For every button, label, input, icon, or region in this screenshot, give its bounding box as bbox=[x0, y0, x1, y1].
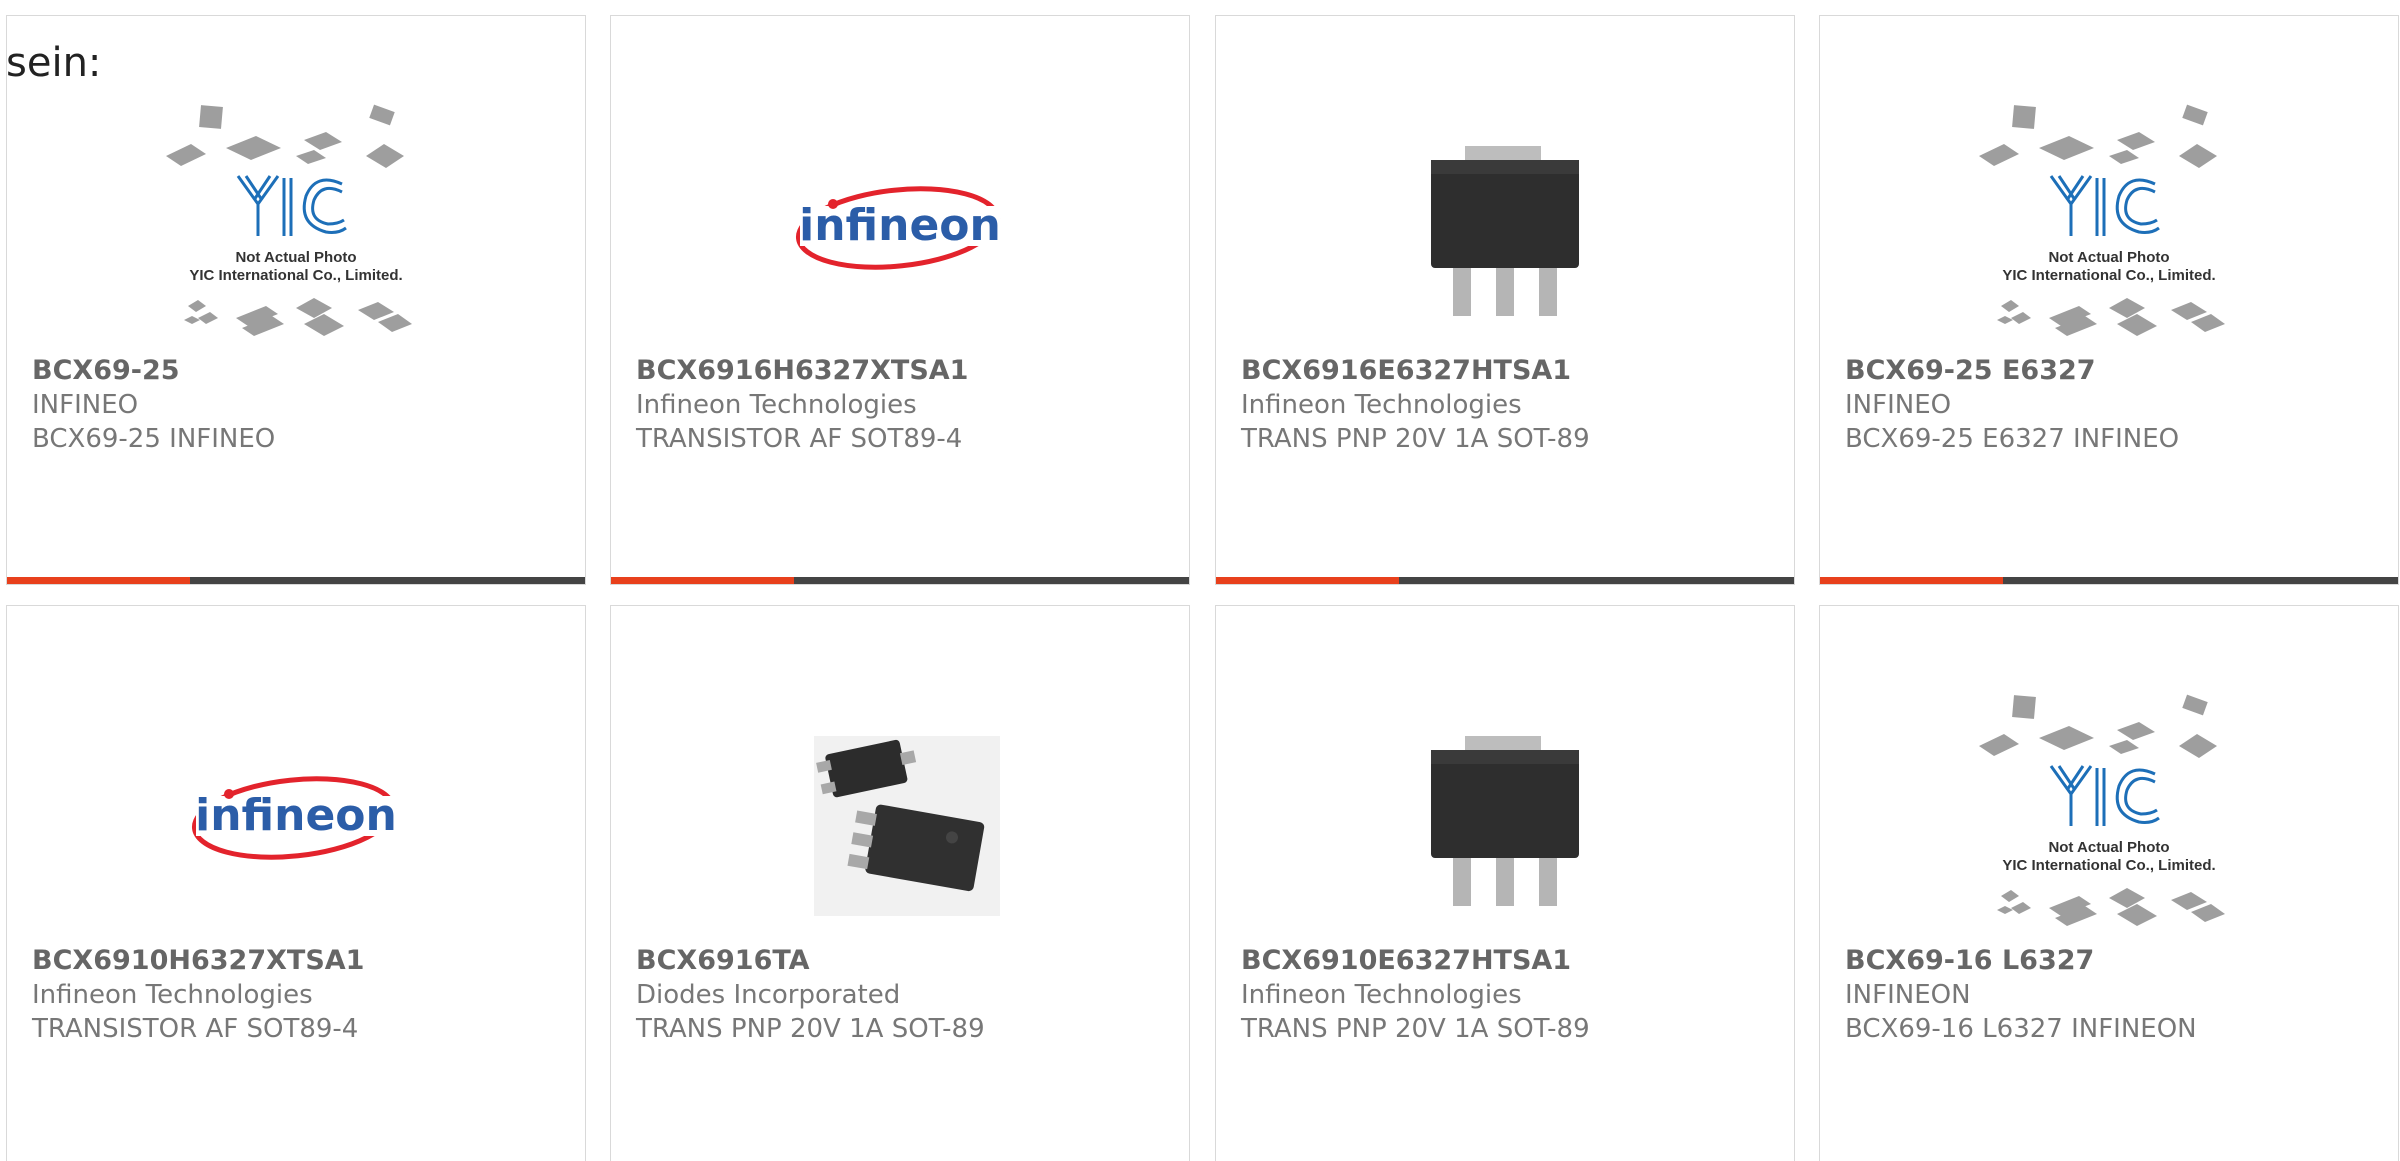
product-card[interactable]: BCX6916TA Diodes Incorporated TRANS PNP … bbox=[610, 605, 1190, 1161]
description: TRANS PNP 20V 1A SOT-89 bbox=[1241, 424, 1590, 454]
part-number[interactable]: BCX6910H6327XTSA1 bbox=[32, 944, 565, 978]
card-progress-bar bbox=[1820, 577, 2398, 584]
sot89-package-image bbox=[1216, 676, 1794, 956]
card-progress-bar bbox=[7, 577, 585, 584]
description: BCX69-25 INFINEO bbox=[32, 424, 276, 454]
product-card[interactable]: infineon BCX6910H6327XTSA1 Infineon Tech… bbox=[6, 605, 586, 1161]
description: TRANSISTOR AF SOT89-4 bbox=[32, 1014, 359, 1044]
card-progress-accent bbox=[611, 577, 794, 584]
manufacturer: INFINEO bbox=[32, 390, 139, 420]
description: TRANS PNP 20V 1A SOT-89 bbox=[1241, 1014, 1590, 1044]
yic-placeholder-image: Not Actual Photo YIC International Co., … bbox=[7, 86, 585, 366]
infineon-logo-image: infineon bbox=[611, 86, 1189, 366]
yic-placeholder-image: Not Actual Photo YIC International Co., … bbox=[1820, 86, 2398, 366]
part-number[interactable]: BCX69-25 E6327 bbox=[1845, 354, 2378, 388]
yic-placeholder-image: Not Actual Photo YIC International Co., … bbox=[1820, 676, 2398, 956]
manufacturer: Infineon Technologies bbox=[636, 390, 917, 420]
manufacturer: Infineon Technologies bbox=[1241, 390, 1522, 420]
placeholder-line1: Not Actual Photo bbox=[2048, 249, 2169, 266]
svg-text:infineon: infineon bbox=[799, 200, 1001, 251]
sot89-package-image bbox=[1216, 86, 1794, 366]
part-number[interactable]: BCX69-25 bbox=[32, 354, 565, 388]
product-card[interactable]: infineon BCX6916H6327XTSA1 Infineon Tech… bbox=[610, 15, 1190, 585]
placeholder-line2: YIC International Co., Limited. bbox=[2002, 267, 2215, 284]
product-grid-page: sein: Not Actual Photo YIC International… bbox=[0, 0, 2400, 1161]
description: BCX69-16 L6327 INFINEON bbox=[1845, 1014, 2197, 1044]
product-card[interactable]: BCX6916E6327HTSA1 Infineon Technologies … bbox=[1215, 15, 1795, 585]
manufacturer: Infineon Technologies bbox=[32, 980, 313, 1010]
placeholder-line2: YIC International Co., Limited. bbox=[2002, 857, 2215, 874]
sot89-diodes-package-image bbox=[611, 676, 1189, 956]
part-number[interactable]: BCX6916E6327HTSA1 bbox=[1241, 354, 1774, 388]
card-progress-accent bbox=[1216, 577, 1399, 584]
manufacturer: INFINEON bbox=[1845, 980, 1971, 1010]
placeholder-line2: YIC International Co., Limited. bbox=[189, 267, 402, 284]
part-number[interactable]: BCX6916H6327XTSA1 bbox=[636, 354, 1169, 388]
svg-text:infineon: infineon bbox=[195, 790, 397, 841]
part-number[interactable]: BCX6910E6327HTSA1 bbox=[1241, 944, 1774, 978]
manufacturer: INFINEO bbox=[1845, 390, 1952, 420]
part-number[interactable]: BCX6916TA bbox=[636, 944, 1169, 978]
product-card[interactable]: Not Actual Photo YIC International Co., … bbox=[6, 15, 586, 585]
manufacturer: Infineon Technologies bbox=[1241, 980, 1522, 1010]
product-card[interactable]: Not Actual Photo YIC International Co., … bbox=[1819, 605, 2399, 1161]
description: BCX69-25 E6327 INFINEO bbox=[1845, 424, 2180, 454]
product-card[interactable]: BCX6910E6327HTSA1 Infineon Technologies … bbox=[1215, 605, 1795, 1161]
card-progress-bar bbox=[611, 577, 1189, 584]
card-progress-accent bbox=[1820, 577, 2003, 584]
placeholder-line1: Not Actual Photo bbox=[235, 249, 356, 266]
placeholder-line1: Not Actual Photo bbox=[2048, 839, 2169, 856]
description: TRANSISTOR AF SOT89-4 bbox=[636, 424, 963, 454]
product-card[interactable]: Not Actual Photo YIC International Co., … bbox=[1819, 15, 2399, 585]
card-progress-accent bbox=[7, 577, 190, 584]
card-progress-bar bbox=[1216, 577, 1794, 584]
manufacturer: Diodes Incorporated bbox=[636, 980, 901, 1010]
infineon-logo-image: infineon bbox=[7, 676, 585, 956]
part-number[interactable]: BCX69-16 L6327 bbox=[1845, 944, 2378, 978]
section-heading: sein: bbox=[6, 40, 102, 86]
description: TRANS PNP 20V 1A SOT-89 bbox=[636, 1014, 985, 1044]
